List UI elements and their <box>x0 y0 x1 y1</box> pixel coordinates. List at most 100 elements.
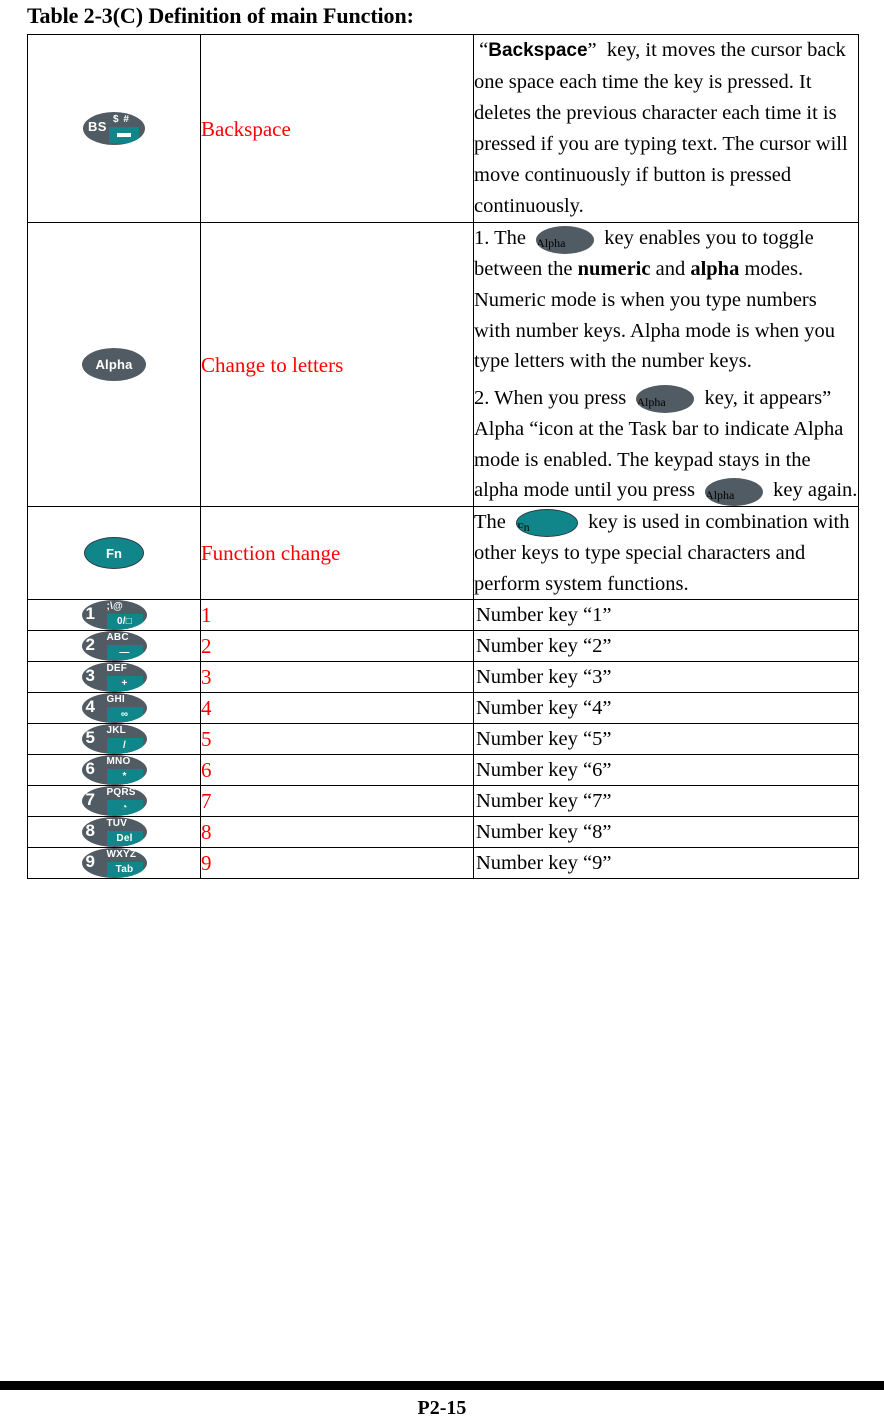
key-digit: 2 <box>85 635 95 655</box>
description-part-3: and <box>655 258 686 281</box>
key-description-cell: The Fn key is used in combination with o… <box>473 506 859 601</box>
alpha-key-icon: Alpha <box>82 348 146 382</box>
numeric-key-1-icon: 1 ;\@ 0/□ <box>81 600 147 631</box>
numeric-key-6-icon: 6 MNO * <box>81 755 147 786</box>
key-fn-label: / <box>106 738 143 754</box>
key-letters: PQRS <box>106 787 136 799</box>
key-fn-label: * <box>106 769 143 785</box>
key-letters: ;\@ <box>106 601 123 613</box>
key-name-label: 9 <box>201 851 212 876</box>
key-icon-cell: Fn <box>27 506 201 601</box>
key-name-label: 8 <box>201 820 212 845</box>
key-label-cell: 1 <box>200 599 474 632</box>
key-description-text: 1. The Alpha key enables you to toggle b… <box>474 223 858 377</box>
page-footer: P2-15 <box>417 1397 467 1419</box>
key-description-cell: Number key “1” <box>473 599 859 632</box>
key-icon-cell: 4 GHI ∞ <box>27 692 201 725</box>
key-icon-cell: 6 MNO * <box>27 754 201 787</box>
key-description-cell: Number key “9” <box>473 847 859 880</box>
key-icon-cell: 1 ;\@ 0/□ <box>27 599 201 632</box>
table-row: 1 ;\@ 0/□ 1 Number key “1” <box>27 599 859 632</box>
description-part-1: 1. The <box>474 227 527 250</box>
alpha-key-icon: Alpha <box>705 477 764 506</box>
table-row: 5 JKL / 5 Number key “5” <box>27 723 859 756</box>
numeric-key-7-icon: 7 PQRS ◔ <box>81 786 147 817</box>
key-digit: 5 <box>85 728 95 748</box>
key-icon-cell: 7 PQRS ◔ <box>27 785 201 818</box>
key-description-text: Number key “8” <box>476 820 612 843</box>
key-fn-label: — <box>106 645 143 661</box>
key-digit: 6 <box>85 759 95 779</box>
alpha-key-label: Alpha <box>95 357 133 373</box>
key-label-cell: 3 <box>200 661 474 694</box>
key-digit: 3 <box>85 666 95 686</box>
fn-key-icon: Fn <box>516 509 578 538</box>
key-letters: TUV <box>106 818 128 830</box>
key-label-cell: 5 <box>200 723 474 756</box>
document-page: Table 2-3(C) Definition of main Function… <box>0 3 884 1422</box>
backspace-key-label: BS <box>88 119 107 135</box>
numeric-key-8-icon: 8 TUV Del <box>81 817 147 848</box>
table-row: Fn Function change The Fn key is used in… <box>27 506 859 601</box>
key-name-label: 6 <box>201 758 212 783</box>
key-description-text-2: 2. When you press Alpha key, it appears”… <box>474 383 858 506</box>
key-digit: 7 <box>85 790 95 810</box>
numeric-key-9-icon: 9 WXYZ Tab <box>81 848 147 879</box>
alpha-key-label: Alpha <box>705 487 735 502</box>
key-icon-cell: 5 JKL / <box>27 723 201 756</box>
backspace-key-fn-box <box>109 127 139 144</box>
table-row: 3 DEF + 3 Number key “3” <box>27 661 859 694</box>
alpha-key-label: Alpha <box>636 395 666 410</box>
key-description-text: Number key “7” <box>476 789 612 812</box>
key-name-label: Change to letters <box>201 352 344 377</box>
key-name-label: 5 <box>201 727 212 752</box>
description-part-7: until you press <box>574 479 695 502</box>
key-description-cell: 1. The Alpha key enables you to toggle b… <box>473 222 859 508</box>
key-fn-label: Del <box>106 831 143 847</box>
key-digit: 1 <box>85 604 95 624</box>
description-part-8: key again. <box>773 479 858 502</box>
key-description-text: Number key “5” <box>476 727 612 750</box>
key-description-text: “Backspace” key, it moves the cursor bac… <box>474 39 848 218</box>
key-letters: WXYZ <box>106 849 137 861</box>
key-description-cell: Number key “8” <box>473 816 859 849</box>
key-name-label: 1 <box>201 603 212 628</box>
table-row: 4 GHI ∞ 4 Number key “4” <box>27 692 859 725</box>
key-label-cell: 4 <box>200 692 474 725</box>
key-name-label: 2 <box>201 634 212 659</box>
key-description-cell: Number key “2” <box>473 630 859 663</box>
key-definition-table: BS $ # Backspace “Backspace” key, it mov… <box>27 34 859 880</box>
key-fn-label: ◔ <box>106 800 143 816</box>
key-description-text: Number key “6” <box>476 758 612 781</box>
key-description-cell: Number key “6” <box>473 754 859 787</box>
key-label-cell: Backspace <box>200 34 474 224</box>
key-description-cell: Number key “5” <box>473 723 859 756</box>
key-description-text: Number key “3” <box>476 665 612 688</box>
key-description-text: Number key “1” <box>476 603 612 626</box>
description-part-5: 2. When you press <box>474 387 627 410</box>
numeric-key-3-icon: 3 DEF + <box>81 662 147 693</box>
key-icon-cell: Alpha <box>27 222 201 508</box>
backspace-key-symbols: $ # <box>113 114 130 126</box>
key-letters: GHI <box>106 694 125 706</box>
key-label-cell: 8 <box>200 816 474 849</box>
key-description-text: Number key “4” <box>476 696 612 719</box>
table-row: 9 WXYZ Tab 9 Number key “9” <box>27 847 859 880</box>
key-digit: 8 <box>85 821 95 841</box>
description-part-1: The <box>474 511 506 534</box>
key-label-cell: 2 <box>200 630 474 663</box>
key-letters: ABC <box>106 632 129 644</box>
table-row: BS $ # Backspace “Backspace” key, it mov… <box>27 34 859 224</box>
key-description-cell: “Backspace” key, it moves the cursor bac… <box>473 34 859 224</box>
table-row: 6 MNO * 6 Number key “6” <box>27 754 859 787</box>
key-name-label: 3 <box>201 665 212 690</box>
table-row: Alpha Change to letters 1. The Alpha key… <box>27 222 859 508</box>
bold-term-numeric: numeric <box>577 258 651 281</box>
key-icon-cell: 3 DEF + <box>27 661 201 694</box>
key-label-cell: 9 <box>200 847 474 880</box>
key-description-text: The Fn key is used in combination with o… <box>474 507 858 599</box>
key-letters: MNO <box>106 756 131 768</box>
key-name-label: Backspace <box>201 116 291 141</box>
key-icon-cell: 2 ABC — <box>27 630 201 663</box>
alpha-key-icon: Alpha <box>636 385 695 414</box>
